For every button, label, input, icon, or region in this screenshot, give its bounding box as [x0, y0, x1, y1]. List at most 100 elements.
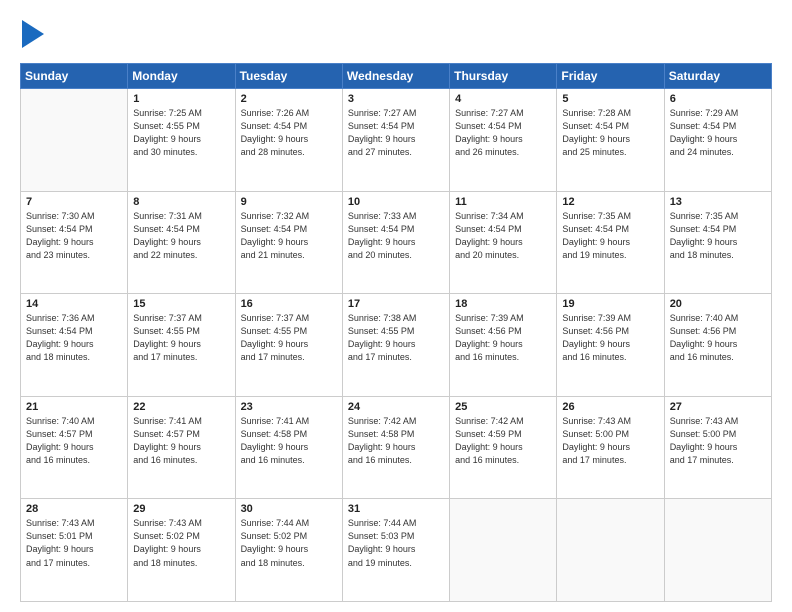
day-info: Sunrise: 7:35 AMSunset: 4:54 PMDaylight:…	[562, 210, 658, 262]
page: SundayMondayTuesdayWednesdayThursdayFrid…	[0, 0, 792, 612]
day-cell: 5 Sunrise: 7:28 AMSunset: 4:54 PMDaylight…	[557, 89, 664, 192]
day-cell: 28 Sunrise: 7:43 AMSunset: 5:01 PMDayligh…	[21, 499, 128, 602]
day-info: Sunrise: 7:42 AMSunset: 4:58 PMDaylight:…	[348, 415, 444, 467]
day-cell: 4 Sunrise: 7:27 AMSunset: 4:54 PMDaylight…	[450, 89, 557, 192]
day-number: 25	[455, 401, 551, 413]
day-info: Sunrise: 7:34 AMSunset: 4:54 PMDaylight:…	[455, 210, 551, 262]
day-number: 29	[133, 503, 229, 515]
day-cell: 20 Sunrise: 7:40 AMSunset: 4:56 PMDayligh…	[664, 294, 771, 397]
day-cell	[557, 499, 664, 602]
day-cell: 13 Sunrise: 7:35 AMSunset: 4:54 PMDayligh…	[664, 191, 771, 294]
day-info: Sunrise: 7:25 AMSunset: 4:55 PMDaylight:…	[133, 107, 229, 159]
day-number: 7	[26, 196, 122, 208]
day-cell: 3 Sunrise: 7:27 AMSunset: 4:54 PMDaylight…	[342, 89, 449, 192]
day-header-monday: Monday	[128, 64, 235, 89]
day-cell: 9 Sunrise: 7:32 AMSunset: 4:54 PMDaylight…	[235, 191, 342, 294]
day-info: Sunrise: 7:33 AMSunset: 4:54 PMDaylight:…	[348, 210, 444, 262]
day-info: Sunrise: 7:43 AMSunset: 5:01 PMDaylight:…	[26, 517, 122, 569]
day-number: 24	[348, 401, 444, 413]
header-row: SundayMondayTuesdayWednesdayThursdayFrid…	[21, 64, 772, 89]
week-row: 28 Sunrise: 7:43 AMSunset: 5:01 PMDayligh…	[21, 499, 772, 602]
day-cell	[664, 499, 771, 602]
day-info: Sunrise: 7:26 AMSunset: 4:54 PMDaylight:…	[241, 107, 337, 159]
day-info: Sunrise: 7:30 AMSunset: 4:54 PMDaylight:…	[26, 210, 122, 262]
day-info: Sunrise: 7:43 AMSunset: 5:02 PMDaylight:…	[133, 517, 229, 569]
day-info: Sunrise: 7:38 AMSunset: 4:55 PMDaylight:…	[348, 312, 444, 364]
day-cell: 7 Sunrise: 7:30 AMSunset: 4:54 PMDaylight…	[21, 191, 128, 294]
day-header-tuesday: Tuesday	[235, 64, 342, 89]
day-header-saturday: Saturday	[664, 64, 771, 89]
day-info: Sunrise: 7:35 AMSunset: 4:54 PMDaylight:…	[670, 210, 766, 262]
day-cell: 2Sunrise: 7:26 AMSunset: 4:54 PMDaylight…	[235, 89, 342, 192]
day-cell: 17 Sunrise: 7:38 AMSunset: 4:55 PMDayligh…	[342, 294, 449, 397]
day-number: 31	[348, 503, 444, 515]
day-info: Sunrise: 7:27 AMSunset: 4:54 PMDaylight:…	[455, 107, 551, 159]
week-row: 7 Sunrise: 7:30 AMSunset: 4:54 PMDaylight…	[21, 191, 772, 294]
day-cell: 31 Sunrise: 7:44 AMSunset: 5:03 PMDayligh…	[342, 499, 449, 602]
day-number: 28	[26, 503, 122, 515]
day-info: Sunrise: 7:32 AMSunset: 4:54 PMDaylight:…	[241, 210, 337, 262]
day-info: Sunrise: 7:41 AMSunset: 4:58 PMDaylight:…	[241, 415, 337, 467]
day-number: 16	[241, 298, 337, 310]
day-cell	[450, 499, 557, 602]
day-cell: 22 Sunrise: 7:41 AMSunset: 4:57 PMDayligh…	[128, 396, 235, 499]
day-info: Sunrise: 7:40 AMSunset: 4:56 PMDaylight:…	[670, 312, 766, 364]
day-info: Sunrise: 7:40 AMSunset: 4:57 PMDaylight:…	[26, 415, 122, 467]
day-number: 5	[562, 93, 658, 105]
day-info: Sunrise: 7:29 AMSunset: 4:54 PMDaylight:…	[670, 107, 766, 159]
day-cell: 16 Sunrise: 7:37 AMSunset: 4:55 PMDayligh…	[235, 294, 342, 397]
day-number: 17	[348, 298, 444, 310]
day-info: Sunrise: 7:36 AMSunset: 4:54 PMDaylight:…	[26, 312, 122, 364]
day-cell: 11 Sunrise: 7:34 AMSunset: 4:54 PMDayligh…	[450, 191, 557, 294]
day-number: 26	[562, 401, 658, 413]
day-cell: 6 Sunrise: 7:29 AMSunset: 4:54 PMDaylight…	[664, 89, 771, 192]
day-number: 22	[133, 401, 229, 413]
day-number: 4	[455, 93, 551, 105]
day-header-friday: Friday	[557, 64, 664, 89]
day-number: 27	[670, 401, 766, 413]
day-info: Sunrise: 7:43 AMSunset: 5:00 PMDaylight:…	[670, 415, 766, 467]
day-info: Sunrise: 7:39 AMSunset: 4:56 PMDaylight:…	[562, 312, 658, 364]
day-cell: 24 Sunrise: 7:42 AMSunset: 4:58 PMDayligh…	[342, 396, 449, 499]
logo-chevron-icon	[22, 20, 44, 53]
week-row: 1Sunrise: 7:25 AMSunset: 4:55 PMDaylight…	[21, 89, 772, 192]
day-number: 30	[241, 503, 337, 515]
day-number: 3	[348, 93, 444, 105]
day-info: Sunrise: 7:41 AMSunset: 4:57 PMDaylight:…	[133, 415, 229, 467]
day-info: Sunrise: 7:28 AMSunset: 4:54 PMDaylight:…	[562, 107, 658, 159]
day-number: 6	[670, 93, 766, 105]
calendar-table: SundayMondayTuesdayWednesdayThursdayFrid…	[20, 63, 772, 602]
day-cell: 18Sunrise: 7:39 AMSunset: 4:56 PMDayligh…	[450, 294, 557, 397]
week-row: 14Sunrise: 7:36 AMSunset: 4:54 PMDayligh…	[21, 294, 772, 397]
day-info: Sunrise: 7:27 AMSunset: 4:54 PMDaylight:…	[348, 107, 444, 159]
day-number: 12	[562, 196, 658, 208]
day-cell: 14Sunrise: 7:36 AMSunset: 4:54 PMDayligh…	[21, 294, 128, 397]
day-info: Sunrise: 7:43 AMSunset: 5:00 PMDaylight:…	[562, 415, 658, 467]
day-header-thursday: Thursday	[450, 64, 557, 89]
day-cell: 27 Sunrise: 7:43 AMSunset: 5:00 PMDayligh…	[664, 396, 771, 499]
day-cell: 15 Sunrise: 7:37 AMSunset: 4:55 PMDayligh…	[128, 294, 235, 397]
day-info: Sunrise: 7:37 AMSunset: 4:55 PMDaylight:…	[133, 312, 229, 364]
day-cell: 26 Sunrise: 7:43 AMSunset: 5:00 PMDayligh…	[557, 396, 664, 499]
day-number: 15	[133, 298, 229, 310]
day-number: 8	[133, 196, 229, 208]
day-cell: 29 Sunrise: 7:43 AMSunset: 5:02 PMDayligh…	[128, 499, 235, 602]
day-cell: 12 Sunrise: 7:35 AMSunset: 4:54 PMDayligh…	[557, 191, 664, 294]
day-cell	[21, 89, 128, 192]
day-number: 19	[562, 298, 658, 310]
day-number: 20	[670, 298, 766, 310]
day-info: Sunrise: 7:44 AMSunset: 5:03 PMDaylight:…	[348, 517, 444, 569]
day-number: 11	[455, 196, 551, 208]
day-cell: 25Sunrise: 7:42 AMSunset: 4:59 PMDayligh…	[450, 396, 557, 499]
day-cell: 19 Sunrise: 7:39 AMSunset: 4:56 PMDayligh…	[557, 294, 664, 397]
day-info: Sunrise: 7:31 AMSunset: 4:54 PMDaylight:…	[133, 210, 229, 262]
day-number: 13	[670, 196, 766, 208]
day-info: Sunrise: 7:37 AMSunset: 4:55 PMDaylight:…	[241, 312, 337, 364]
day-cell: 21 Sunrise: 7:40 AMSunset: 4:57 PMDayligh…	[21, 396, 128, 499]
day-number: 18	[455, 298, 551, 310]
day-number: 23	[241, 401, 337, 413]
day-cell: 10Sunrise: 7:33 AMSunset: 4:54 PMDayligh…	[342, 191, 449, 294]
day-header-sunday: Sunday	[21, 64, 128, 89]
day-number: 9	[241, 196, 337, 208]
day-number: 21	[26, 401, 122, 413]
